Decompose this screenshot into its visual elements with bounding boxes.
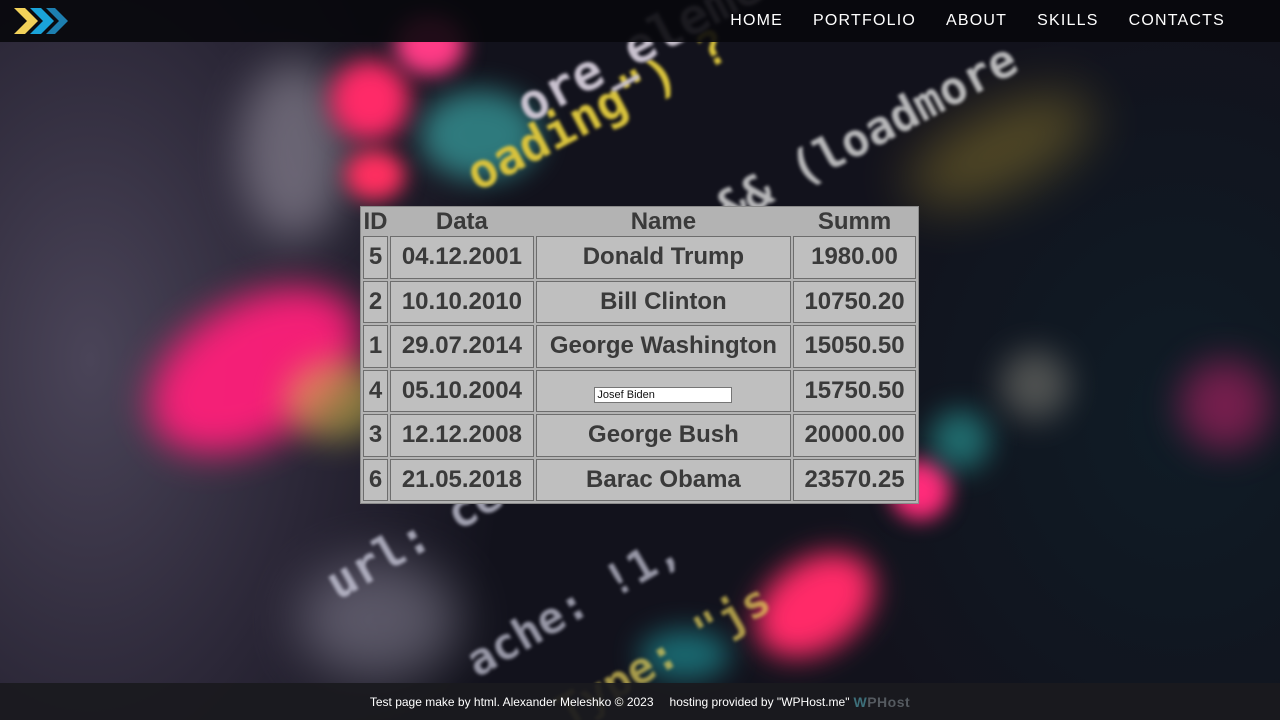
cell-id: 1 [363,325,388,368]
nav-home[interactable]: HOME [730,12,783,30]
cell-date: 12.12.2008 [389,414,534,457]
table-row[interactable]: 4 05.10.2004 15750.50 [363,369,916,412]
records-table: ID Data Name Summ 5 04.12.2001 Donald Tr… [360,206,919,504]
page-footer: Test page make by html. Alexander Melesh… [0,683,1280,720]
nav-portfolio[interactable]: PORTFOLIO [813,12,916,30]
cell-date: 21.05.2018 [389,458,534,501]
top-nav-bar: HOME PORTFOLIO ABOUT SKILLS CONTACTS [0,0,1280,42]
cell-summ: 23570.25 [793,458,916,501]
table-row[interactable]: 2 10.10.2010 Bill Clinton 10750.20 [363,280,916,323]
cell-id: 4 [363,369,388,412]
footer-copyright: Test page make by html. Alexander Melesh… [369,694,654,709]
table-row[interactable]: 5 04.12.2001 Donald Trump 1980.00 [363,236,916,279]
cell-name[interactable]: Barac Obama [535,458,791,501]
table-row[interactable]: 6 21.05.2018 Barac Obama 23570.25 [363,458,916,501]
footer-hosting-link[interactable]: hosting provided by "WPHost.me" [670,695,850,709]
name-edit-input[interactable] [594,386,733,403]
cell-id: 3 [363,414,388,457]
nav-skills[interactable]: SKILLS [1037,12,1098,30]
cell-name[interactable]: Bill Clinton [535,280,791,323]
double-chevron-logo-icon[interactable] [14,5,70,37]
wphost-logo[interactable]: WPHost [853,694,910,710]
nav-about[interactable]: ABOUT [946,12,1007,30]
cell-name-editing [535,369,791,412]
table-header-row: ID Data Name Summ [363,209,916,234]
cell-summ: 15050.50 [793,325,916,368]
cell-summ: 15750.50 [793,369,916,412]
cell-date: 05.10.2004 [389,369,534,412]
column-header-date[interactable]: Data [390,209,534,234]
cell-date: 04.12.2001 [389,236,534,279]
column-header-id[interactable]: ID [363,209,388,234]
cell-summ: 1980.00 [793,236,916,279]
cell-name[interactable]: George Bush [535,414,791,457]
cell-id: 5 [363,236,388,279]
cell-summ: 10750.20 [793,280,916,323]
column-header-summ[interactable]: Summ [793,209,916,234]
cell-date: 10.10.2010 [389,280,534,323]
cell-id: 6 [363,458,388,501]
cell-summ: 20000.00 [793,414,916,457]
column-header-name[interactable]: Name [536,209,791,234]
main-navigation: HOME PORTFOLIO ABOUT SKILLS CONTACTS [700,0,1225,42]
cell-id: 2 [363,280,388,323]
nav-contacts[interactable]: CONTACTS [1129,12,1225,30]
cell-name[interactable]: Donald Trump [535,236,791,279]
cell-date: 29.07.2014 [389,325,534,368]
table-row[interactable]: 3 12.12.2008 George Bush 20000.00 [363,414,916,457]
table-row[interactable]: 1 29.07.2014 George Washington 15050.50 [363,325,916,368]
cell-name[interactable]: George Washington [535,325,791,368]
